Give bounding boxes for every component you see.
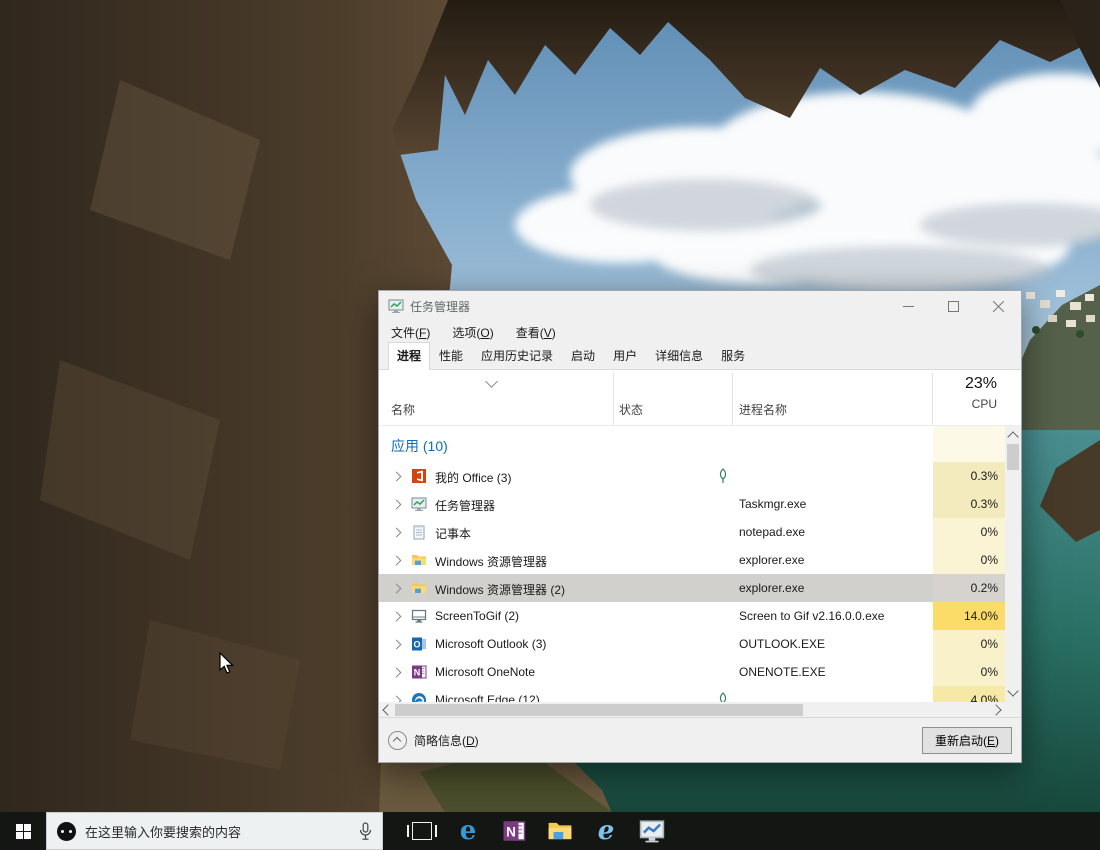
horizontal-scrollbar-thumb[interactable] bbox=[395, 704, 803, 716]
taskbar: 在这里输入你要搜索的内容 e N e bbox=[0, 812, 1100, 850]
tab-app-history[interactable]: 应用历史记录 bbox=[472, 342, 562, 369]
scroll-left-icon[interactable] bbox=[382, 704, 393, 715]
fewer-details-toggle[interactable]: 简略信息(D) bbox=[414, 732, 479, 749]
process-row-selected[interactable]: Windows 资源管理器 (2) explorer.exe 0.2% bbox=[379, 574, 1007, 602]
maximize-button[interactable] bbox=[931, 291, 976, 321]
process-row[interactable]: 任务管理器 Taskmgr.exe 0.3% bbox=[379, 490, 1007, 518]
scroll-right-icon[interactable] bbox=[990, 704, 1001, 715]
task-view-button[interactable] bbox=[399, 812, 445, 850]
tab-strip: 进程 性能 应用历史记录 启动 用户 详细信息 服务 bbox=[379, 344, 1021, 370]
cortana-icon[interactable] bbox=[57, 822, 76, 841]
office-icon bbox=[411, 468, 427, 484]
column-header-process[interactable]: 进程名称 bbox=[739, 401, 787, 418]
suspended-leaf-icon bbox=[717, 692, 729, 702]
sort-chevron-down-icon bbox=[485, 375, 498, 388]
file-explorer-icon bbox=[547, 818, 573, 844]
status-bar: 简略信息(D) 重新启动(E) bbox=[379, 717, 1021, 762]
process-row[interactable]: Windows 资源管理器 explorer.exe 0% bbox=[379, 546, 1007, 574]
column-headers: 名称 状态 进程名称 23% CPU bbox=[379, 370, 1021, 426]
edge-icon bbox=[411, 692, 427, 702]
expand-chevron-icon[interactable] bbox=[392, 668, 402, 678]
process-row[interactable]: N Microsoft OneNote ONENOTE.EXE 0% bbox=[379, 658, 1007, 686]
onenote-icon: N bbox=[502, 819, 526, 843]
menu-file[interactable]: 文件(F) bbox=[391, 324, 430, 341]
svg-text:N: N bbox=[506, 824, 516, 839]
taskbar-search[interactable]: 在这里输入你要搜索的内容 bbox=[46, 812, 383, 850]
tab-startup[interactable]: 启动 bbox=[562, 342, 604, 369]
process-row[interactable]: O Microsoft Outlook (3) OUTLOOK.EXE 0% bbox=[379, 630, 1007, 658]
tab-users[interactable]: 用户 bbox=[604, 342, 646, 369]
process-row[interactable]: ScreenToGif (2) Screen to Gif v2.16.0.0.… bbox=[379, 602, 1007, 630]
process-list: 应用 (10) 我的 Office (3) 0.3% 任务管理器 Taskmgr… bbox=[379, 426, 1007, 702]
file-explorer-icon bbox=[411, 580, 427, 596]
column-header-cpu[interactable]: 23% CPU bbox=[965, 375, 997, 411]
svg-text:N: N bbox=[414, 668, 421, 678]
group-header-apps[interactable]: 应用 (10) bbox=[379, 426, 1007, 462]
vertical-scrollbar[interactable] bbox=[1005, 426, 1021, 702]
edge-icon: e bbox=[460, 818, 477, 844]
expand-chevron-icon[interactable] bbox=[392, 528, 402, 538]
task-manager-window: 任务管理器 文件(F) 选项(O) 查看(V) 进程 性能 应用历史记录 启动 … bbox=[378, 290, 1022, 763]
notepad-icon bbox=[411, 524, 427, 540]
process-row[interactable]: 我的 Office (3) 0.3% bbox=[379, 462, 1007, 490]
close-button[interactable] bbox=[976, 291, 1021, 321]
menu-options[interactable]: 选项(O) bbox=[452, 324, 493, 341]
menu-bar: 文件(F) 选项(O) 查看(V) bbox=[379, 321, 1021, 344]
taskbar-item-edge[interactable]: e bbox=[445, 812, 491, 850]
task-view-icon bbox=[412, 822, 432, 840]
taskbar-item-task-manager[interactable] bbox=[629, 812, 675, 850]
expand-chevron-icon[interactable] bbox=[392, 640, 402, 650]
internet-explorer-icon: e bbox=[598, 818, 615, 844]
windows-logo-icon bbox=[16, 824, 31, 839]
scroll-down-icon[interactable] bbox=[1007, 685, 1018, 696]
taskbar-item-file-explorer[interactable] bbox=[537, 812, 583, 850]
process-row[interactable]: Microsoft Edge (12) 4.0% bbox=[379, 686, 1007, 702]
microphone-icon[interactable] bbox=[359, 822, 372, 841]
expand-chevron-icon[interactable] bbox=[392, 612, 402, 622]
process-row[interactable]: 记事本 notepad.exe 0% bbox=[379, 518, 1007, 546]
minimize-button[interactable] bbox=[886, 291, 931, 321]
fewer-details-chevron-icon[interactable] bbox=[388, 731, 407, 750]
desktop: 任务管理器 文件(F) 选项(O) 查看(V) 进程 性能 应用历史记录 启动 … bbox=[0, 0, 1100, 850]
taskbar-item-onenote[interactable]: N bbox=[491, 812, 537, 850]
column-header-name[interactable]: 名称 bbox=[391, 401, 415, 418]
task-manager-icon bbox=[388, 298, 404, 314]
taskbar-item-internet-explorer[interactable]: e bbox=[583, 812, 629, 850]
screentogif-icon bbox=[411, 608, 427, 624]
expand-chevron-icon[interactable] bbox=[392, 556, 402, 566]
tab-services[interactable]: 服务 bbox=[712, 342, 754, 369]
vertical-scrollbar-thumb[interactable] bbox=[1007, 444, 1019, 470]
tab-processes[interactable]: 进程 bbox=[388, 342, 430, 370]
title-bar[interactable]: 任务管理器 bbox=[379, 291, 1021, 321]
expand-chevron-icon[interactable] bbox=[392, 584, 402, 594]
expand-chevron-icon[interactable] bbox=[392, 472, 402, 482]
task-manager-icon bbox=[639, 818, 665, 844]
svg-text:O: O bbox=[413, 640, 420, 650]
horizontal-scrollbar[interactable] bbox=[379, 702, 1005, 718]
tab-details[interactable]: 详细信息 bbox=[646, 342, 712, 369]
menu-view[interactable]: 查看(V) bbox=[516, 324, 556, 341]
outlook-icon: O bbox=[411, 636, 427, 652]
suspended-leaf-icon bbox=[717, 468, 729, 486]
column-header-status[interactable]: 状态 bbox=[619, 401, 643, 418]
start-button[interactable] bbox=[0, 812, 46, 850]
tab-performance[interactable]: 性能 bbox=[430, 342, 472, 369]
restart-button[interactable]: 重新启动(E) bbox=[922, 727, 1012, 754]
task-manager-icon bbox=[411, 496, 427, 512]
window-title: 任务管理器 bbox=[410, 298, 470, 315]
scroll-up-icon[interactable] bbox=[1007, 431, 1018, 442]
onenote-icon: N bbox=[411, 664, 427, 680]
file-explorer-icon bbox=[411, 552, 427, 568]
expand-chevron-icon[interactable] bbox=[392, 500, 402, 510]
search-input[interactable]: 在这里输入你要搜索的内容 bbox=[85, 822, 350, 841]
